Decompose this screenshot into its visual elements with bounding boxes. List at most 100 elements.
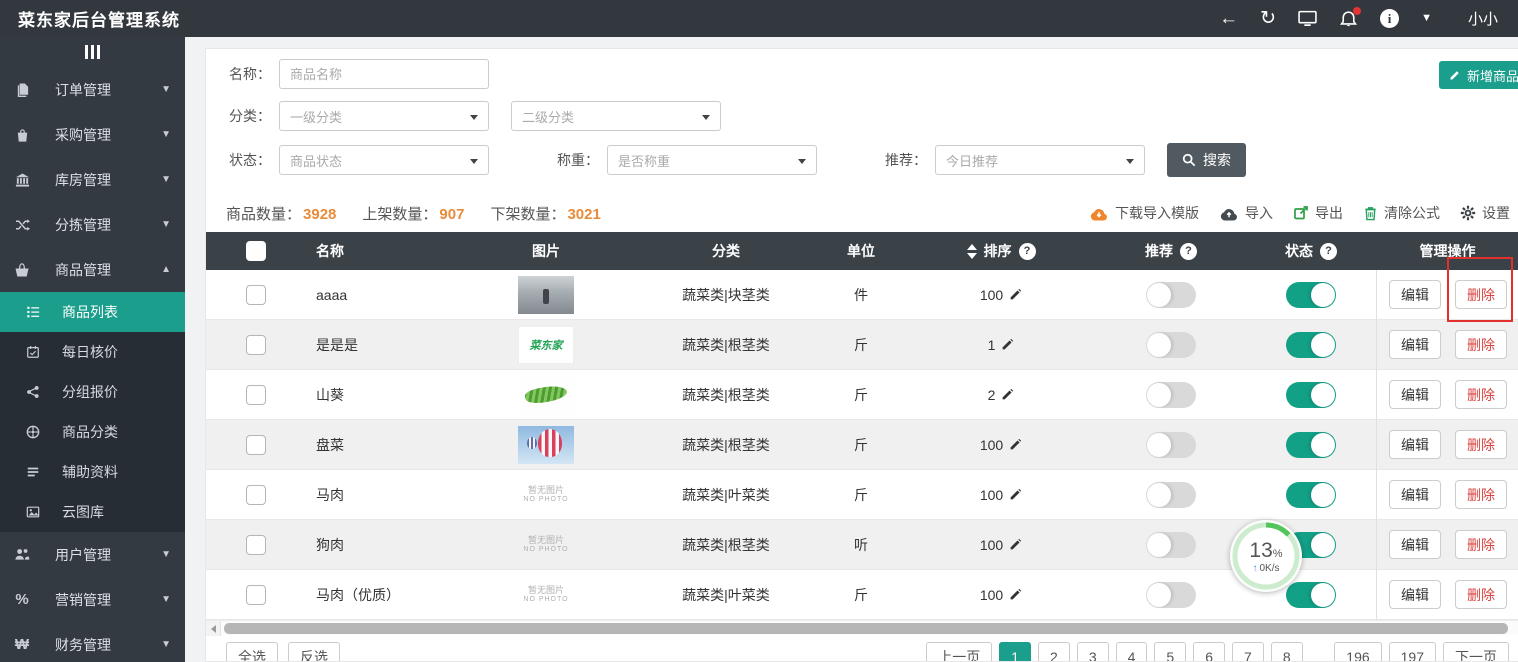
- name-label: 名称：: [226, 64, 271, 84]
- delete-button[interactable]: 删除: [1455, 330, 1507, 359]
- horizontal-scrollbar[interactable]: [206, 620, 1518, 635]
- page-button[interactable]: 7: [1232, 642, 1264, 662]
- weigh-select[interactable]: 是否称重: [607, 145, 817, 175]
- sidebar-item-cloud-gallery[interactable]: 云图库: [0, 492, 185, 532]
- page-button[interactable]: 197: [1389, 642, 1436, 662]
- settings-button[interactable]: 设置: [1460, 203, 1510, 223]
- sidebar-collapse-toggle[interactable]: [0, 37, 185, 67]
- delete-button[interactable]: 删除: [1455, 480, 1507, 509]
- export-icon: [1293, 205, 1309, 221]
- recommend-toggle[interactable]: [1146, 332, 1196, 358]
- category1-select[interactable]: 一级分类: [279, 101, 489, 131]
- page-button[interactable]: 5: [1154, 642, 1186, 662]
- status-toggle[interactable]: [1286, 432, 1336, 458]
- export-button[interactable]: 导出: [1293, 203, 1343, 223]
- page-button[interactable]: 4: [1116, 642, 1148, 662]
- sidebar-item-auxiliary-data[interactable]: 辅助资料: [0, 452, 185, 492]
- sidebar-item-group-quote[interactable]: 分组报价: [0, 372, 185, 412]
- status-toggle[interactable]: [1286, 282, 1336, 308]
- edit-button[interactable]: 编辑: [1389, 580, 1441, 609]
- next-page-button[interactable]: 下一页: [1443, 642, 1509, 662]
- product-name-input[interactable]: [279, 59, 489, 89]
- status-toggle[interactable]: [1286, 332, 1336, 358]
- select-all-button[interactable]: 全选: [226, 642, 278, 662]
- username[interactable]: 小小: [1468, 8, 1498, 29]
- delete-button[interactable]: 删除: [1455, 530, 1507, 559]
- edit-button[interactable]: 编辑: [1389, 330, 1441, 359]
- edit-sort-pencil-icon[interactable]: [1009, 438, 1022, 451]
- edit-sort-pencil-icon[interactable]: [1009, 288, 1022, 301]
- delete-button[interactable]: 删除: [1455, 430, 1507, 459]
- page-button[interactable]: 6: [1193, 642, 1225, 662]
- sidebar-item-warehouse[interactable]: 库房管理 ▼: [0, 157, 185, 202]
- invert-selection-button[interactable]: 反选: [288, 642, 340, 662]
- recommend-toggle[interactable]: [1146, 532, 1196, 558]
- scroll-left-arrow-icon[interactable]: [206, 621, 221, 636]
- refresh-icon[interactable]: ↻: [1260, 9, 1276, 28]
- sort-arrows-icon[interactable]: [967, 244, 977, 259]
- edit-button[interactable]: 编辑: [1389, 280, 1441, 309]
- row-checkbox[interactable]: [246, 335, 266, 355]
- add-product-button[interactable]: 新增商品: [1439, 61, 1518, 89]
- notifications-bell-icon[interactable]: [1339, 10, 1358, 28]
- sidebar-item-users[interactable]: 用户管理 ▼: [0, 532, 185, 577]
- user-menu-caret-icon[interactable]: ▼: [1421, 13, 1432, 24]
- sidebar-item-product-list[interactable]: 商品列表: [0, 292, 185, 332]
- edit-sort-pencil-icon[interactable]: [1001, 388, 1014, 401]
- edit-sort-pencil-icon[interactable]: [1009, 588, 1022, 601]
- sidebar-item-sorting[interactable]: 分拣管理 ▼: [0, 202, 185, 247]
- back-icon[interactable]: ←: [1219, 9, 1238, 28]
- row-checkbox[interactable]: [246, 585, 266, 605]
- recommend-toggle[interactable]: [1146, 432, 1196, 458]
- edit-sort-pencil-icon[interactable]: [1009, 488, 1022, 501]
- sidebar-item-daily-pricing[interactable]: 每日核价: [0, 332, 185, 372]
- edit-button[interactable]: 编辑: [1389, 530, 1441, 559]
- page-button[interactable]: 3: [1077, 642, 1109, 662]
- edit-sort-pencil-icon[interactable]: [1001, 338, 1014, 351]
- sidebar-item-finance[interactable]: ₩ 财务管理 ▼: [0, 622, 185, 662]
- scrollbar-thumb[interactable]: [224, 623, 1508, 634]
- status-select[interactable]: 商品状态: [279, 145, 489, 175]
- import-button[interactable]: 导入: [1219, 203, 1273, 223]
- row-checkbox[interactable]: [246, 385, 266, 405]
- category2-select[interactable]: 二级分类: [511, 101, 721, 131]
- prev-page-button[interactable]: 上一页: [926, 642, 992, 662]
- recommend-toggle[interactable]: [1146, 582, 1196, 608]
- page-button[interactable]: 196: [1334, 642, 1381, 662]
- search-button[interactable]: 搜索: [1167, 143, 1246, 177]
- recommend-toggle[interactable]: [1146, 382, 1196, 408]
- page-button[interactable]: 1: [999, 642, 1031, 662]
- sidebar-item-orders[interactable]: 订单管理 ▼: [0, 67, 185, 112]
- edit-button[interactable]: 编辑: [1389, 430, 1441, 459]
- edit-button[interactable]: 编辑: [1389, 480, 1441, 509]
- help-icon[interactable]: ?: [1019, 243, 1036, 260]
- status-toggle[interactable]: [1286, 482, 1336, 508]
- help-icon[interactable]: ?: [1180, 243, 1197, 260]
- sidebar-item-products[interactable]: 商品管理 ▲: [0, 247, 185, 292]
- page-button[interactable]: 8: [1271, 642, 1303, 662]
- edit-sort-pencil-icon[interactable]: [1009, 538, 1022, 551]
- row-checkbox[interactable]: [246, 435, 266, 455]
- page-button[interactable]: 2: [1038, 642, 1070, 662]
- sidebar-item-marketing[interactable]: % 营销管理 ▼: [0, 577, 185, 622]
- delete-button[interactable]: 删除: [1455, 280, 1507, 309]
- row-checkbox[interactable]: [246, 285, 266, 305]
- row-checkbox[interactable]: [246, 535, 266, 555]
- sidebar-item-purchasing[interactable]: 采购管理 ▼: [0, 112, 185, 157]
- select-all-checkbox[interactable]: [246, 241, 266, 261]
- edit-button[interactable]: 编辑: [1389, 380, 1441, 409]
- sidebar-item-product-category[interactable]: 商品分类: [0, 412, 185, 452]
- delete-button[interactable]: 删除: [1455, 580, 1507, 609]
- clear-formula-button[interactable]: 清除公式: [1363, 203, 1440, 223]
- help-icon[interactable]: ?: [1320, 243, 1337, 260]
- delete-button[interactable]: 删除: [1455, 380, 1507, 409]
- info-icon[interactable]: i: [1380, 9, 1399, 28]
- recommend-toggle[interactable]: [1146, 282, 1196, 308]
- fullscreen-icon[interactable]: [1298, 10, 1317, 27]
- download-template-button[interactable]: 下载导入模版: [1089, 203, 1199, 223]
- recommend-select[interactable]: 今日推荐: [935, 145, 1145, 175]
- row-checkbox[interactable]: [246, 485, 266, 505]
- status-toggle[interactable]: [1286, 382, 1336, 408]
- recommend-toggle[interactable]: [1146, 482, 1196, 508]
- pencil-icon: [1449, 69, 1461, 81]
